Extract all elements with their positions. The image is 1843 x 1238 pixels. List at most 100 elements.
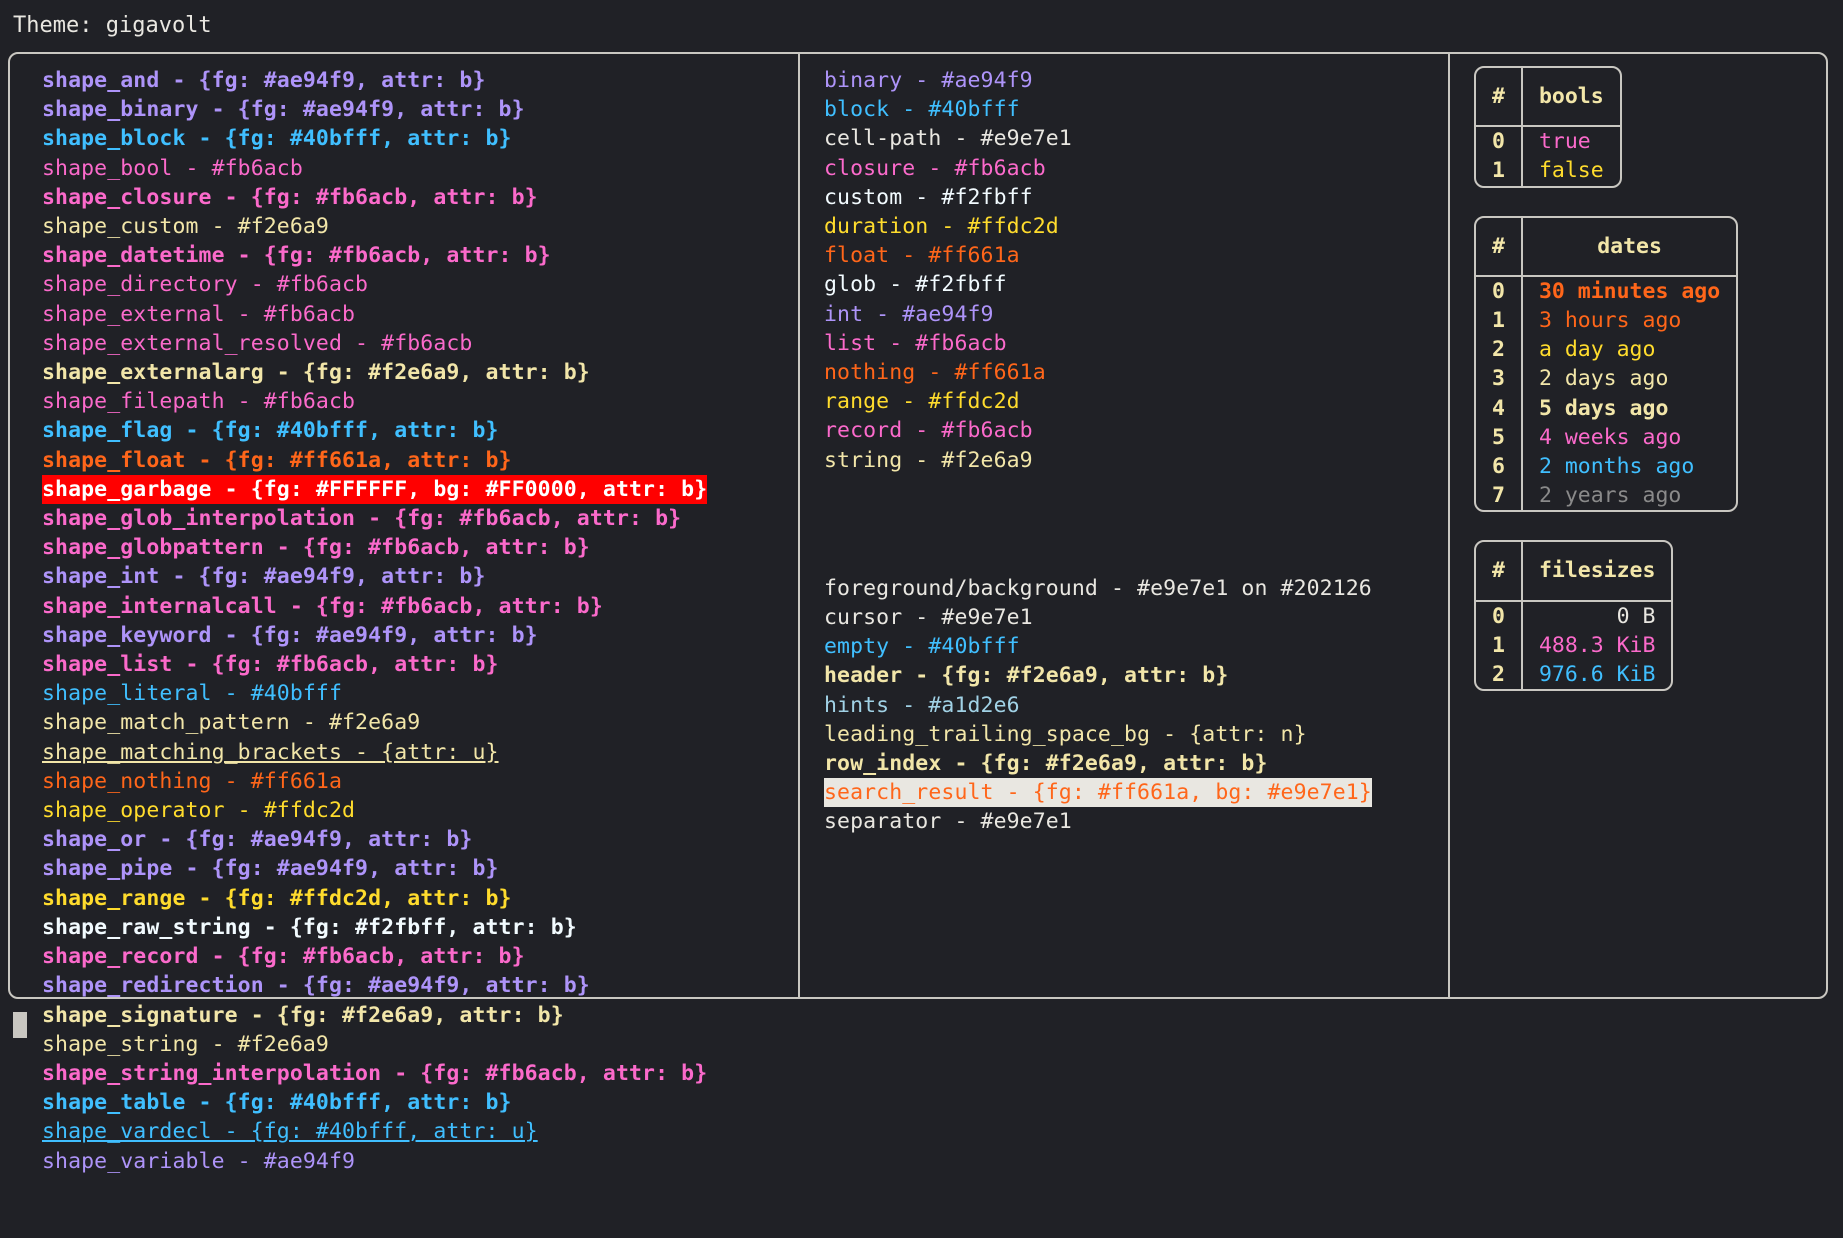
column-header-index: # (1476, 217, 1523, 277)
shape-entry: shape_binary - {fg: #ae94f9, attr: b} (42, 97, 525, 123)
row-value: false (1538, 158, 1604, 184)
shape-entry: shape_literal - #40bfff (42, 681, 343, 707)
shape-entry: shape_garbage - {fg: #FFFFFF, bg: #FF000… (42, 474, 708, 505)
shape-entry: shape_and - {fg: #ae94f9, attr: b} (42, 68, 486, 93)
tables-column: # bools 0 true 1 false # dates 0 30 minutes ago 1 3… (1448, 52, 1828, 999)
row-value: 2 days ago (1538, 366, 1669, 392)
row-value: 2 years ago (1538, 483, 1682, 509)
shape-entry: shape_block - {fg: #40bfff, attr: b} (42, 126, 512, 152)
row-index: 7 (1476, 481, 1523, 511)
shape-entry: shape_operator - #ffdc2d (42, 798, 356, 824)
ui-entry: row_index - {fg: #f2e6a9, attr: b} (824, 751, 1268, 777)
row-value: 5 days ago (1538, 395, 1669, 421)
column-spacer (824, 475, 1448, 574)
row-value: true (1538, 129, 1591, 155)
type-entry: custom - #f2fbff (824, 184, 1033, 210)
shape-entry: shape_closure - {fg: #fb6acb, attr: b} (42, 184, 538, 210)
shape-entry: shape_pipe - {fg: #ae94f9, attr: b} (42, 856, 499, 882)
shape-entry: shape_match_pattern - #f2e6a9 (42, 710, 421, 736)
row-index: 1 (1476, 630, 1523, 661)
shape-entry: shape_list - {fg: #fb6acb, attr: b} (42, 652, 499, 678)
column-header-index: # (1476, 542, 1523, 602)
shape-entry: shape_redirection - {fg: #ae94f9, attr: … (42, 973, 590, 999)
ui-entry: empty - #40bfff (824, 634, 1020, 660)
shape-entry: shape_table - {fg: #40bfff, attr: b} (42, 1090, 512, 1116)
shape-entry: shape_externalarg - {fg: #f2e6a9, attr: … (42, 360, 590, 386)
column-header-index: # (1476, 68, 1523, 128)
row-index: 0 (1476, 601, 1523, 631)
dates-table: # dates 0 30 minutes ago 1 3 hours ago 2 a day … (1474, 215, 1739, 513)
types-column: binary - #ae94f9 block - #40bfff cell-path… (798, 52, 1448, 999)
ui-entry: separator - #e9e7e1 (824, 809, 1072, 835)
table-row: 1 488.3 KiB (1476, 630, 1671, 661)
shape-entry: shape_range - {fg: #ffdc2d, attr: b} (42, 885, 512, 911)
row-value: 0 B (1616, 603, 1656, 629)
shape-entry: shape_int - {fg: #ae94f9, attr: b} (42, 564, 486, 590)
terminal-screen: Theme: gigavolt shape_and - {fg: #ae94f9… (0, 0, 1843, 1238)
shape-entry: shape_float - {fg: #ff661a, attr: b} (42, 447, 512, 473)
row-index: 1 (1476, 306, 1523, 336)
row-index: 1 (1476, 156, 1523, 186)
ui-entry: hints - #a1d2e6 (824, 692, 1020, 718)
row-value: 976.6 KiB (1538, 662, 1656, 688)
shape-entry: shape_bool - #fb6acb (42, 155, 303, 181)
row-index: 0 (1476, 276, 1523, 307)
shape-entry: shape_or - {fg: #ae94f9, attr: b} (42, 827, 473, 853)
type-entry: closure - #fb6acb (824, 155, 1046, 181)
type-entry: nothing - #ff661a (824, 360, 1046, 386)
table-row: 6 2 months ago (1476, 452, 1736, 482)
shape-entry: shape_custom - #f2e6a9 (42, 214, 329, 240)
shape-entry: shape_vardecl - {fg: #40bfff, attr: u} (42, 1119, 538, 1145)
shape-entry: shape_datetime - {fg: #fb6acb, attr: b} (42, 243, 551, 269)
type-entry: glob - #f2fbff (824, 272, 1007, 298)
shape-entry: shape_external - #fb6acb (42, 301, 356, 327)
type-entry: float - #ff661a (824, 243, 1020, 269)
column-header-value: dates (1522, 218, 1737, 277)
shape-entry: shape_keyword - {fg: #ae94f9, attr: b} (42, 622, 538, 648)
row-value: 3 hours ago (1538, 308, 1682, 334)
column-header-value: bools (1522, 68, 1620, 128)
table-row: 0 0 B (1476, 601, 1671, 631)
row-index: 5 (1476, 422, 1523, 453)
shape-entry: shape_signature - {fg: #f2e6a9, attr: b} (42, 1002, 564, 1028)
table-row: 3 2 days ago (1476, 364, 1736, 394)
ui-entry: leading_trailing_space_bg - {attr: n} (824, 721, 1307, 747)
shape-entry: shape_glob_interpolation - {fg: #fb6acb,… (42, 506, 682, 532)
type-entry: string - #f2e6a9 (824, 447, 1033, 473)
type-entry: cell-path - #e9e7e1 (824, 126, 1072, 152)
shape-entry: shape_raw_string - {fg: #f2fbff, attr: b… (42, 914, 577, 940)
row-index: 4 (1476, 393, 1523, 423)
shape-column: shape_and - {fg: #ae94f9, attr: b} shape_… (8, 52, 798, 1174)
terminal-cursor (13, 1012, 27, 1038)
ui-entry: search_result - {fg: #ff661a, bg: #e9e7e… (824, 778, 1372, 808)
shape-entry: shape_globpattern - {fg: #fb6acb, attr: … (42, 535, 590, 561)
shape-entry: shape_directory - #fb6acb (42, 272, 369, 298)
type-entry: int - #ae94f9 (824, 301, 994, 327)
type-entry: duration - #ffdc2d (824, 214, 1059, 240)
bools-table: # bools 0 true 1 false (1474, 66, 1622, 188)
ui-entry: foreground/background - #e9e7e1 on #2021… (824, 575, 1372, 601)
table-row: 0 true (1476, 127, 1620, 157)
type-entry: list - #fb6acb (824, 330, 1007, 356)
theme-preview-columns: shape_and - {fg: #ae94f9, attr: b} shape_… (8, 52, 1828, 1174)
theme-title: Theme: gigavolt (13, 13, 212, 38)
column-header-value: filesizes (1522, 542, 1672, 602)
row-value: 30 minutes ago (1538, 278, 1721, 304)
row-value: 2 months ago (1538, 454, 1695, 480)
type-entry: range - #ffdc2d (824, 389, 1020, 415)
type-entry: block - #40bfff (824, 97, 1020, 123)
shape-entry: shape_variable - #ae94f9 (42, 1148, 356, 1174)
shape-entry: shape_string_interpolation - {fg: #fb6ac… (42, 1060, 708, 1086)
shape-entry: shape_filepath - #fb6acb (42, 389, 356, 415)
row-value: 488.3 KiB (1538, 632, 1656, 658)
shape-entry: shape_flag - {fg: #40bfff, attr: b} (42, 418, 499, 444)
table-row: 0 30 minutes ago (1476, 276, 1736, 307)
shape-entry: shape_record - {fg: #fb6acb, attr: b} (42, 944, 525, 970)
row-index: 2 (1476, 660, 1523, 690)
type-entry: record - #fb6acb (824, 418, 1033, 444)
shape-entry: shape_internalcall - {fg: #fb6acb, attr:… (42, 593, 603, 619)
row-index: 2 (1476, 335, 1523, 365)
row-value: 4 weeks ago (1538, 424, 1682, 450)
ui-entry: header - {fg: #f2e6a9, attr: b} (824, 663, 1229, 689)
shape-entry: shape_matching_brackets - {attr: u} (42, 739, 499, 765)
